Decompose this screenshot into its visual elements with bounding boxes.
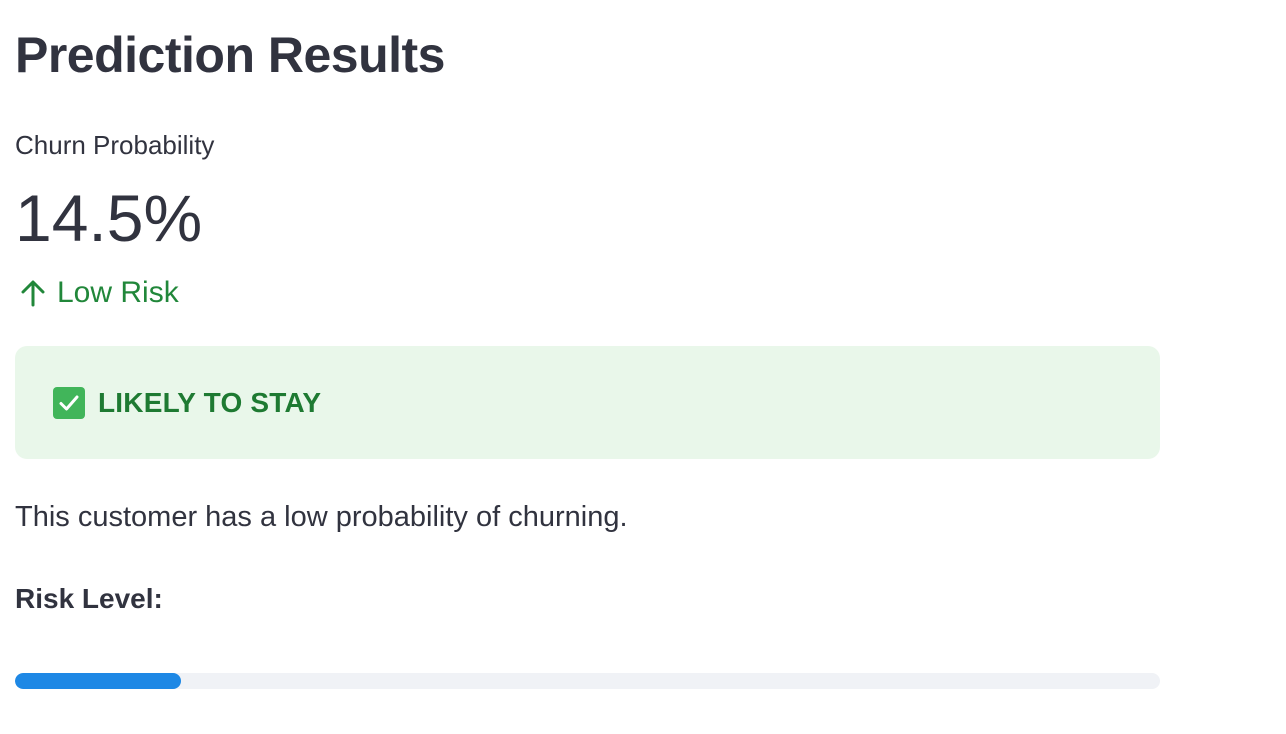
metric-delta-text: Low Risk — [57, 276, 179, 309]
risk-progress-bar — [15, 673, 1160, 689]
metric-label: Churn Probability — [15, 130, 215, 160]
description-text: This customer has a low probability of c… — [15, 501, 628, 533]
risk-progress-fill — [15, 673, 182, 689]
page-title: Prediction Results — [15, 27, 446, 83]
metric-delta: Low Risk — [19, 276, 179, 310]
success-alert: LIKELY TO STAY — [15, 346, 1160, 459]
metric-value: 14.5% — [15, 181, 203, 255]
arrow-up-icon — [19, 279, 47, 307]
alert-text: LIKELY TO STAY — [98, 387, 322, 418]
risk-level-label: Risk Level: — [15, 583, 163, 614]
check-mark-button-icon — [53, 387, 85, 419]
